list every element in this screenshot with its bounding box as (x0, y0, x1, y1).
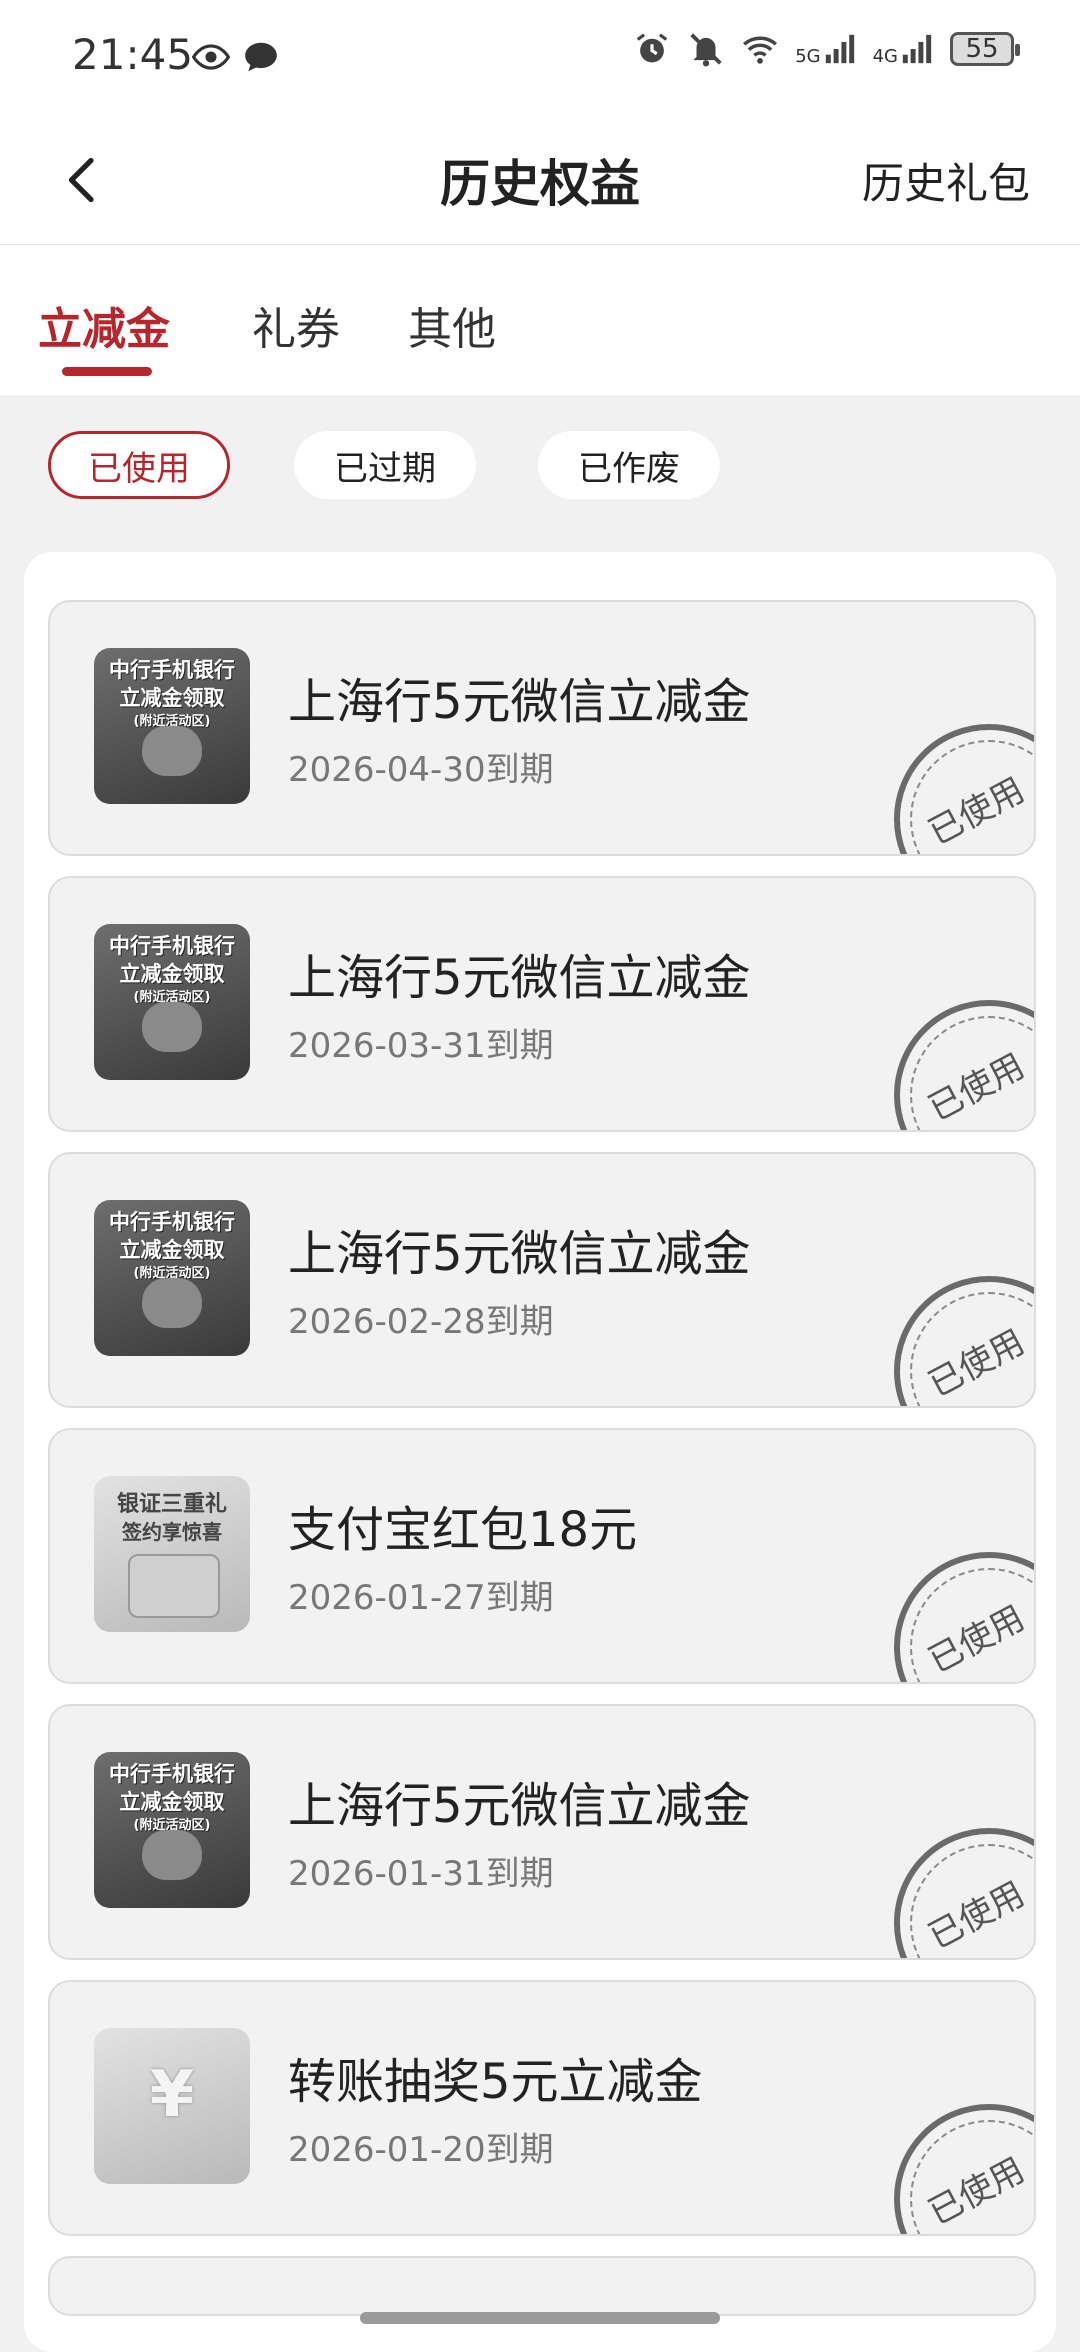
benefit-thumbnail: 中行手机银行 立减金领取 (附近活动区) (94, 648, 250, 804)
signal-5g-icon: 5G (795, 32, 856, 66)
chevron-left-icon (68, 157, 94, 203)
used-stamp: 已使用 (894, 1828, 1034, 1958)
benefit-thumbnail: 中行手机银行 立减金领取 (附近活动区) (94, 924, 250, 1080)
tab-other[interactable]: 其他 (408, 293, 496, 357)
thumbnail-figure (142, 1002, 202, 1052)
used-stamp: 已使用 (894, 724, 1034, 854)
benefit-expiry: 2026-04-30到期 (288, 750, 554, 790)
benefit-expiry: 2026-03-31到期 (288, 1026, 554, 1066)
benefit-expiry: 2026-01-31到期 (288, 1854, 554, 1894)
thumbnail-text: 中行手机银行 (109, 1762, 235, 1786)
used-stamp: 已使用 (894, 1000, 1034, 1130)
home-indicator[interactable] (360, 2312, 720, 2324)
back-button[interactable] (52, 150, 112, 210)
benefit-thumbnail: 中行手机银行 立减金领取 (附近活动区) (94, 1752, 250, 1908)
tab-instant-discount[interactable]: 立减金 (38, 293, 170, 357)
signal-4g-icon: 4G (873, 32, 934, 66)
tab-coupons[interactable]: 礼券 (252, 293, 340, 357)
benefit-card[interactable]: 中行手机银行 立减金领取 (附近活动区) 上海行5元微信立减金 2026-02-… (48, 1152, 1036, 1408)
filter-used-chip[interactable]: 已使用 (48, 431, 230, 499)
status-time: 21:45 (72, 30, 194, 79)
active-tab-indicator (62, 367, 152, 376)
thumbnail-text: 银证三重礼 (116, 1491, 227, 1517)
network-5g-label: 5G (795, 46, 821, 67)
benefit-card[interactable]: 银证三重礼 签约享惊喜 支付宝红包18元 2026-01-27到期 已使用 (48, 1428, 1036, 1684)
nav-bar: 历史权益 历史礼包 (0, 120, 1080, 245)
thumbnail-text: 签约享惊喜 (122, 1520, 222, 1544)
benefit-card[interactable]: 中行手机银行 立减金领取 (附近活动区) 上海行5元微信立减金 2026-01-… (48, 1704, 1036, 1960)
network-4g-label: 4G (872, 46, 898, 67)
benefit-title: 上海行5元微信立减金 (288, 1226, 751, 1282)
filter-expired-chip[interactable]: 已过期 (294, 431, 476, 499)
chat-bubble-icon (245, 42, 277, 72)
thumbnail-figure (142, 726, 202, 776)
thumbnail-text: 立减金领取 (119, 962, 225, 986)
benefit-title: 转账抽奖5元立减金 (288, 2054, 703, 2110)
eye-icon (192, 44, 230, 70)
used-stamp: 已使用 (894, 1552, 1034, 1682)
thumbnail-text: 中行手机银行 (109, 658, 235, 682)
thumbnail-text: 立减金领取 (119, 1238, 225, 1262)
thumbnail-figure (142, 1830, 202, 1880)
benefit-card[interactable]: ¥ 转账抽奖5元立减金 2026-01-20到期 已使用 (48, 1980, 1036, 2236)
benefit-thumbnail: 银证三重礼 签约享惊喜 (94, 1476, 250, 1632)
used-stamp: 已使用 (894, 1276, 1034, 1406)
status-bar: 21:45 5G 4G 55 (0, 0, 1080, 120)
thumbnail-text: 中行手机银行 (109, 1210, 235, 1234)
yen-ticket-icon: ¥ (149, 2058, 195, 2132)
benefit-expiry: 2026-01-20到期 (288, 2130, 554, 2170)
bell-muted-icon (690, 33, 722, 67)
benefit-title: 上海行5元微信立减金 (288, 1778, 751, 1834)
thumbnail-text: 立减金领取 (119, 1790, 225, 1814)
benefits-panel: 中行手机银行 立减金领取 (附近活动区) 上海行5元微信立减金 2026-04-… (24, 552, 1056, 2352)
benefit-title: 上海行5元微信立减金 (288, 674, 751, 730)
benefit-thumbnail: ¥ (94, 2028, 250, 2184)
category-tabs: 立减金 礼券 其他 (0, 245, 1080, 395)
thumbnail-text: 中行手机银行 (109, 934, 235, 958)
alarm-icon (636, 33, 668, 63)
benefits-list: 中行手机银行 立减金领取 (附近活动区) 上海行5元微信立减金 2026-04-… (48, 600, 1036, 2316)
thumbnail-text: 立减金领取 (119, 686, 225, 710)
battery-indicator: 55 (950, 32, 1020, 66)
status-left-icons (192, 38, 280, 76)
benefit-title: 支付宝红包18元 (288, 1502, 638, 1558)
thumbnail-figure (142, 1278, 202, 1328)
benefit-title: 上海行5元微信立减金 (288, 950, 751, 1006)
benefit-thumbnail: 中行手机银行 立减金领取 (附近活动区) (94, 1200, 250, 1356)
benefit-card-partial[interactable] (48, 2256, 1036, 2316)
filter-void-chip[interactable]: 已作废 (538, 431, 720, 499)
used-stamp: 已使用 (894, 2104, 1034, 2234)
history-gift-link[interactable]: 历史礼包 (862, 150, 1030, 211)
status-filters: 已使用 已过期 已作废 (0, 395, 1080, 535)
status-right-icons: 5G 4G 55 (633, 30, 1020, 68)
benefit-card[interactable]: 中行手机银行 立减金领取 (附近活动区) 上海行5元微信立减金 2026-03-… (48, 876, 1036, 1132)
wifi-icon (743, 36, 778, 64)
thumbnail-figure (128, 1554, 220, 1618)
benefit-expiry: 2026-02-28到期 (288, 1302, 554, 1342)
benefit-expiry: 2026-01-27到期 (288, 1578, 554, 1618)
benefit-card[interactable]: 中行手机银行 立减金领取 (附近活动区) 上海行5元微信立减金 2026-04-… (48, 600, 1036, 856)
